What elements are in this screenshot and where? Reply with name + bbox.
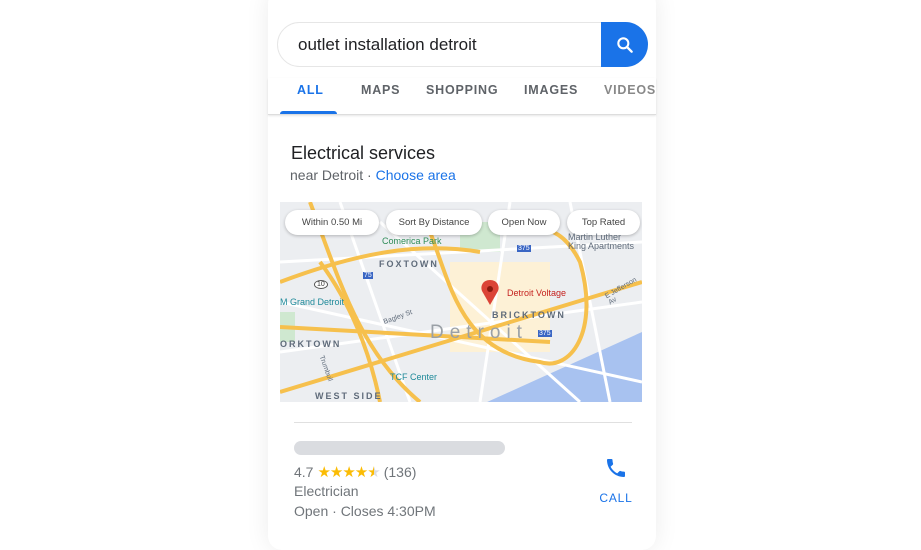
business-hours: Open · Closes 4:30PM <box>294 503 436 519</box>
half-star: ★ <box>367 464 380 481</box>
call-button[interactable]: CALL <box>596 456 636 505</box>
map-label: Comerica Park <box>382 236 442 246</box>
map-label: WEST SIDE <box>315 391 383 401</box>
interstate-shield-icon: 75 <box>363 272 373 279</box>
map-label: M Grand Detroit <box>280 297 345 307</box>
search-button[interactable] <box>601 22 648 67</box>
call-label: CALL <box>599 491 633 505</box>
phone-icon <box>607 459 625 477</box>
map-label: Detroit <box>430 322 528 343</box>
map-label: FOXTOWN <box>379 259 439 269</box>
map-label: BRICKTOWN <box>492 310 566 320</box>
search-tabs: ALL MAPS SHOPPING IMAGES VIDEOS <box>268 78 656 115</box>
location-line: near Detroit · Choose area <box>290 167 456 183</box>
map[interactable]: Within 0.50 Mi Sort By Distance Open Now… <box>280 202 642 402</box>
filter-chip-sort[interactable]: Sort By Distance <box>386 210 482 235</box>
business-category: Electrician <box>294 483 359 499</box>
search-icon <box>616 36 633 53</box>
rating-row: 4.7 ★★★★★ (136) <box>294 463 416 481</box>
near-text: near Detroit · <box>290 167 376 183</box>
active-tab-indicator <box>280 111 337 114</box>
interstate-shield-icon: 375 <box>517 245 531 252</box>
tab-maps[interactable]: MAPS <box>361 83 400 97</box>
divider <box>294 422 632 423</box>
interstate-shield-icon: 375 <box>538 330 552 337</box>
business-name-placeholder[interactable] <box>294 441 505 455</box>
map-label: King Apartments <box>568 241 635 251</box>
map-label: Detroit Voltage <box>507 288 567 298</box>
search-input[interactable]: outlet installation detroit <box>298 35 477 55</box>
map-label: ORKTOWN <box>280 339 342 349</box>
full-stars: ★★★★ <box>317 464 368 481</box>
filter-chip-distance[interactable]: Within 0.50 Mi <box>285 210 379 235</box>
tab-videos[interactable]: VIDEOS <box>604 83 656 97</box>
tab-shopping[interactable]: SHOPPING <box>426 83 498 97</box>
section-title: Electrical services <box>291 143 436 163</box>
choose-area-link[interactable]: Choose area <box>376 167 456 183</box>
tab-all[interactable]: ALL <box>297 83 324 97</box>
tab-images[interactable]: IMAGES <box>524 83 578 97</box>
filter-chip-open-now[interactable]: Open Now <box>488 210 560 235</box>
search-bar[interactable]: outlet installation detroit <box>277 22 648 67</box>
map-label: TCF Center <box>390 372 438 382</box>
route-shield-icon: 10 <box>314 280 328 289</box>
rating-value: 4.7 <box>294 464 314 480</box>
star-rating-icon: ★★★★★ <box>317 463 380 481</box>
review-count[interactable]: (136) <box>384 464 417 480</box>
